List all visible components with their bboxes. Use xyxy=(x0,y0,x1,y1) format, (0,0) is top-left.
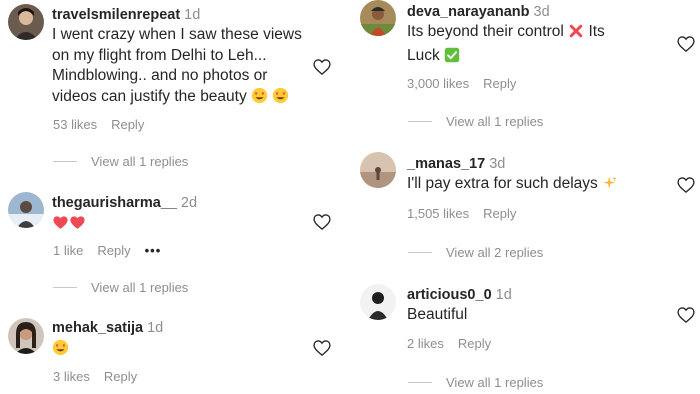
more-options-icon[interactable]: ••• xyxy=(145,243,162,258)
username[interactable]: deva_narayananb xyxy=(407,4,530,20)
heart-eyes-emoji-icon xyxy=(251,87,268,111)
like-count[interactable]: 3 likes xyxy=(53,369,90,384)
comment-line: on my flight from Delhi to Leh... xyxy=(52,46,267,64)
username[interactable]: thegaurisharma__ xyxy=(52,195,177,211)
view-replies-label: View all 1 replies xyxy=(91,280,189,295)
comment-line-text: videos can justify the beauty xyxy=(52,87,247,105)
like-heart-icon[interactable] xyxy=(312,338,332,358)
comment-text: I'll pay extra for such delays xyxy=(407,174,618,198)
avatar[interactable] xyxy=(8,192,44,228)
comment-meta: 53 likes Reply xyxy=(53,117,158,132)
comment-text xyxy=(52,214,197,238)
reply-button[interactable]: Reply xyxy=(111,117,144,132)
comment-header: deva_narayananb 3d xyxy=(407,2,605,22)
comment-meta: 2 likes Reply xyxy=(407,336,505,351)
comment-header: _manas_17 3d xyxy=(407,154,618,174)
comment-meta: 1,505 likes Reply xyxy=(407,206,530,221)
divider-line xyxy=(53,161,77,162)
view-replies-button[interactable]: View all 1 replies xyxy=(408,114,543,129)
avatar[interactable] xyxy=(8,318,44,354)
view-replies-label: View all 1 replies xyxy=(446,375,544,390)
comment-line: videos can justify the beauty xyxy=(52,87,302,111)
comment-header: articious0_0 1d xyxy=(407,285,512,305)
view-replies-button[interactable]: View all 1 replies xyxy=(53,280,188,295)
view-replies-button[interactable]: View all 1 replies xyxy=(53,154,188,169)
avatar[interactable] xyxy=(8,4,44,40)
timestamp: 1d xyxy=(184,7,201,23)
comment-meta: 3 likes Reply xyxy=(53,369,151,384)
timestamp: 3d xyxy=(533,4,550,20)
divider-line xyxy=(53,287,77,288)
reply-button[interactable]: Reply xyxy=(458,336,491,351)
like-count[interactable]: 53 likes xyxy=(53,117,97,132)
divider-line xyxy=(408,252,432,253)
reply-button[interactable]: Reply xyxy=(483,76,516,91)
sparkles-emoji-icon xyxy=(602,175,618,198)
username[interactable]: travelsmilenrepeat xyxy=(52,7,180,23)
red-heart-emoji-icon xyxy=(69,214,86,238)
comment-line: Mindblowing.. and no photos or xyxy=(52,67,268,84)
timestamp: 1d xyxy=(495,287,512,303)
comment-meta: 3,000 likes Reply xyxy=(407,76,530,91)
like-heart-icon[interactable] xyxy=(312,57,332,77)
timestamp: 3d xyxy=(489,156,506,172)
red-heart-emoji-icon xyxy=(52,214,69,238)
like-heart-icon[interactable] xyxy=(676,34,696,54)
timestamp: 2d xyxy=(180,195,198,211)
avatar[interactable] xyxy=(360,284,396,320)
comment-text xyxy=(52,339,163,363)
comment-header: mehak_satija 1d xyxy=(52,318,163,338)
cross-mark-emoji-icon xyxy=(568,23,584,46)
view-replies-label: View all 1 replies xyxy=(91,154,189,169)
heart-eyes-emoji-icon xyxy=(52,339,69,363)
like-count[interactable]: 2 likes xyxy=(407,336,444,351)
like-heart-icon[interactable] xyxy=(676,175,696,195)
comment-line-text: Beautiful xyxy=(407,306,468,323)
comment-text: Beautiful xyxy=(407,305,512,326)
like-count[interactable]: 1,505 likes xyxy=(407,206,469,221)
username[interactable]: mehak_satija xyxy=(52,320,143,336)
divider-line xyxy=(408,121,432,122)
comment-text: I went crazy when I saw these views on m… xyxy=(52,25,302,110)
comment-header: travelsmilenrepeat 1d xyxy=(52,5,302,25)
comment-text: Its beyond their control Its Luck xyxy=(407,22,605,69)
username[interactable]: _manas_17 xyxy=(407,156,485,172)
comment-line: Luck xyxy=(407,46,605,70)
comment-line: Its beyond their control Its xyxy=(407,22,605,46)
username[interactable]: articious0_0 xyxy=(407,287,492,303)
timestamp: 1d xyxy=(147,320,164,336)
heart-eyes-emoji-icon xyxy=(272,87,289,111)
view-replies-label: View all 1 replies xyxy=(446,114,544,129)
view-replies-button[interactable]: View all 2 replies xyxy=(408,245,543,260)
like-heart-icon[interactable] xyxy=(676,305,696,325)
like-count[interactable]: 3,000 likes xyxy=(407,76,469,91)
comment-meta: 1 like Reply ••• xyxy=(53,243,175,258)
reply-button[interactable]: Reply xyxy=(483,206,516,221)
avatar[interactable] xyxy=(360,0,396,36)
avatar[interactable] xyxy=(360,152,396,188)
comment-line-text: Its beyond their control xyxy=(407,23,564,40)
comment-line: I went crazy when I saw these views xyxy=(52,26,302,43)
like-count[interactable]: 1 like xyxy=(53,243,83,258)
view-replies-label: View all 2 replies xyxy=(446,245,544,260)
view-replies-button[interactable]: View all 1 replies xyxy=(408,375,543,390)
comment-line-text: Luck xyxy=(407,46,440,64)
reply-button[interactable]: Reply xyxy=(97,243,130,258)
comment-line-text: I'll pay extra for such delays xyxy=(407,175,598,192)
reply-button[interactable]: Reply xyxy=(104,369,137,384)
comment-line-text: Its xyxy=(588,23,605,40)
comment-header: thegaurisharma__ 2d xyxy=(52,193,197,213)
divider-line xyxy=(408,382,432,383)
check-mark-emoji-icon xyxy=(444,47,460,70)
like-heart-icon[interactable] xyxy=(312,212,332,232)
